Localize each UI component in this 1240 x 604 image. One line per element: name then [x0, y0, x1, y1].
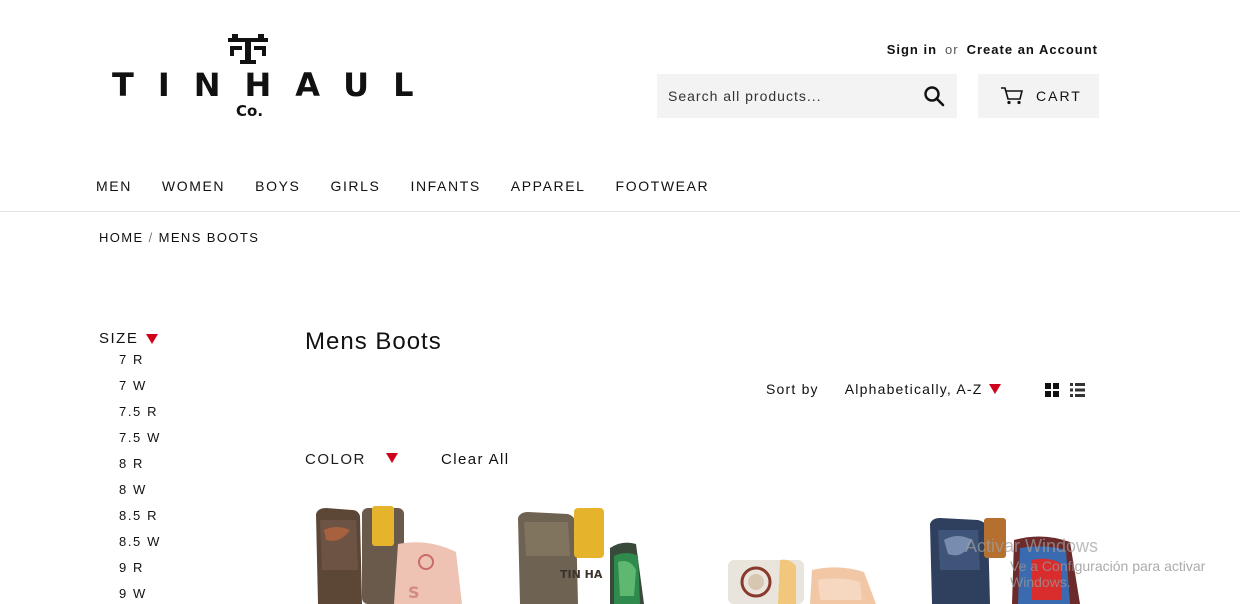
search-icon[interactable]: [923, 85, 947, 107]
size-filter-toggle[interactable]: SIZE: [99, 330, 161, 347]
size-option[interactable]: 7 W: [119, 379, 161, 405]
size-option[interactable]: 8.5 W: [119, 535, 161, 561]
product-card[interactable]: [718, 500, 888, 604]
cart-icon: [1001, 87, 1024, 105]
size-option[interactable]: 8 W: [119, 483, 161, 509]
tinhaul-logo-icon: [228, 34, 268, 64]
breadcrumb: HOME / MENS BOOTS: [99, 230, 259, 245]
sort-value: Alphabetically, A-Z: [844, 381, 983, 397]
or-text: or: [945, 42, 959, 57]
size-option[interactable]: 9 R: [119, 561, 161, 587]
main-nav: MEN WOMEN BOYS GIRLS INFANTS APPAREL FOO…: [96, 178, 739, 194]
svg-text:TIN HA: TIN HA: [560, 568, 603, 581]
product-image: [728, 559, 876, 604]
color-filter-title: COLOR: [305, 451, 366, 468]
product-card[interactable]: S: [306, 500, 476, 604]
nav-item-men[interactable]: MEN: [96, 178, 132, 194]
windows-activation-watermark: Activar Windows: [965, 536, 1099, 556]
create-account-link[interactable]: Create an Account: [967, 42, 1098, 57]
list-view-icon[interactable]: [1070, 383, 1085, 397]
search-input[interactable]: [657, 74, 907, 118]
size-option[interactable]: 7.5 W: [119, 431, 161, 457]
page-title: Mens Boots: [305, 328, 442, 355]
product-image: TIN HA: [518, 508, 644, 604]
nav-item-boys[interactable]: BOYS: [255, 178, 300, 194]
caret-down-icon: [385, 452, 398, 463]
search-form: [657, 74, 957, 118]
header-divider: [0, 211, 1240, 212]
svg-text:S: S: [408, 583, 420, 602]
sort-select[interactable]: Alphabetically, A-Z: [845, 381, 1002, 397]
size-list: 7 R 7 W 7.5 R 7.5 W 8 R 8 W 8.5 R 8.5 W …: [119, 353, 161, 604]
breadcrumb-separator: /: [148, 230, 154, 245]
nav-item-apparel[interactable]: APPAREL: [511, 178, 586, 194]
nav-item-women[interactable]: WOMEN: [162, 178, 225, 194]
cart-button[interactable]: CART: [978, 74, 1099, 118]
size-filter: SIZE 7 R 7 W 7.5 R 7.5 W 8 R 8 W 8.5 R 8…: [99, 330, 161, 604]
size-filter-title: SIZE: [99, 330, 139, 347]
size-option[interactable]: 7 R: [119, 353, 161, 379]
product-image: S: [316, 506, 462, 604]
caret-down-icon: [146, 333, 159, 344]
nav-item-infants[interactable]: INFANTS: [410, 178, 480, 194]
product-card[interactable]: TIN HA: [512, 500, 682, 604]
windows-activation-hint: Ve a Configuración para activar Windows.: [1010, 558, 1206, 590]
grid-view-icon[interactable]: [1045, 383, 1059, 397]
size-option[interactable]: 7.5 R: [119, 405, 161, 431]
clear-all-link[interactable]: Clear All: [441, 451, 509, 468]
brand-suffix: Co.: [236, 102, 264, 120]
brand-logo[interactable]: TINHAUL Co.: [108, 34, 413, 126]
nav-item-footwear[interactable]: FOOTWEAR: [616, 178, 710, 194]
account-links: Sign in or Create an Account: [887, 42, 1098, 57]
brand-name: TINHAUL: [112, 66, 438, 104]
nav-item-girls[interactable]: GIRLS: [330, 178, 380, 194]
cart-label: CART: [1036, 88, 1082, 104]
color-filter-toggle[interactable]: COLOR: [305, 451, 398, 468]
breadcrumb-home[interactable]: HOME: [99, 230, 144, 245]
size-option[interactable]: 8.5 R: [119, 509, 161, 535]
size-option[interactable]: 8 R: [119, 457, 161, 483]
sign-in-link[interactable]: Sign in: [887, 42, 937, 57]
size-option[interactable]: 9 W: [119, 587, 161, 604]
breadcrumb-current: MENS BOOTS: [158, 230, 260, 245]
sort-label: Sort by: [766, 381, 819, 397]
sort-control: Sort by Alphabetically, A-Z: [766, 381, 1002, 397]
caret-down-icon: [989, 384, 1002, 394]
